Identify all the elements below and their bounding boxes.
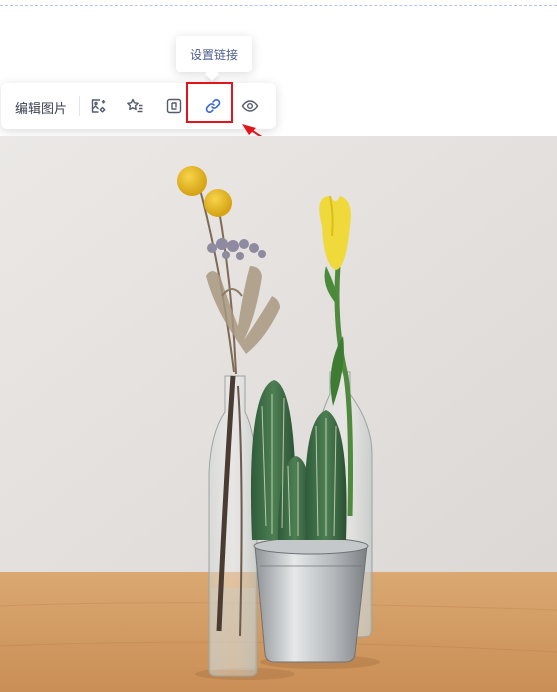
replace-image-button[interactable] [85, 93, 111, 119]
editor-dashed-border [0, 5, 557, 6]
photo-image [0, 136, 557, 692]
crop-icon [166, 98, 182, 114]
highlight-box [186, 82, 233, 123]
star-list-icon [127, 98, 143, 113]
toolbar-divider [79, 96, 80, 116]
cactus-flowers-photo[interactable] [0, 136, 557, 692]
image-toolbar: 编辑图片 [1, 83, 276, 129]
replace-image-icon [91, 99, 106, 113]
tooltip: 设置链接 [176, 36, 252, 72]
edit-image-button[interactable]: 编辑图片 [15, 98, 67, 117]
star-list-button[interactable] [122, 93, 148, 119]
tooltip-text: 设置链接 [189, 47, 238, 62]
eye-icon [241, 100, 259, 112]
preview-button[interactable] [237, 93, 263, 119]
crop-button[interactable] [161, 93, 187, 119]
